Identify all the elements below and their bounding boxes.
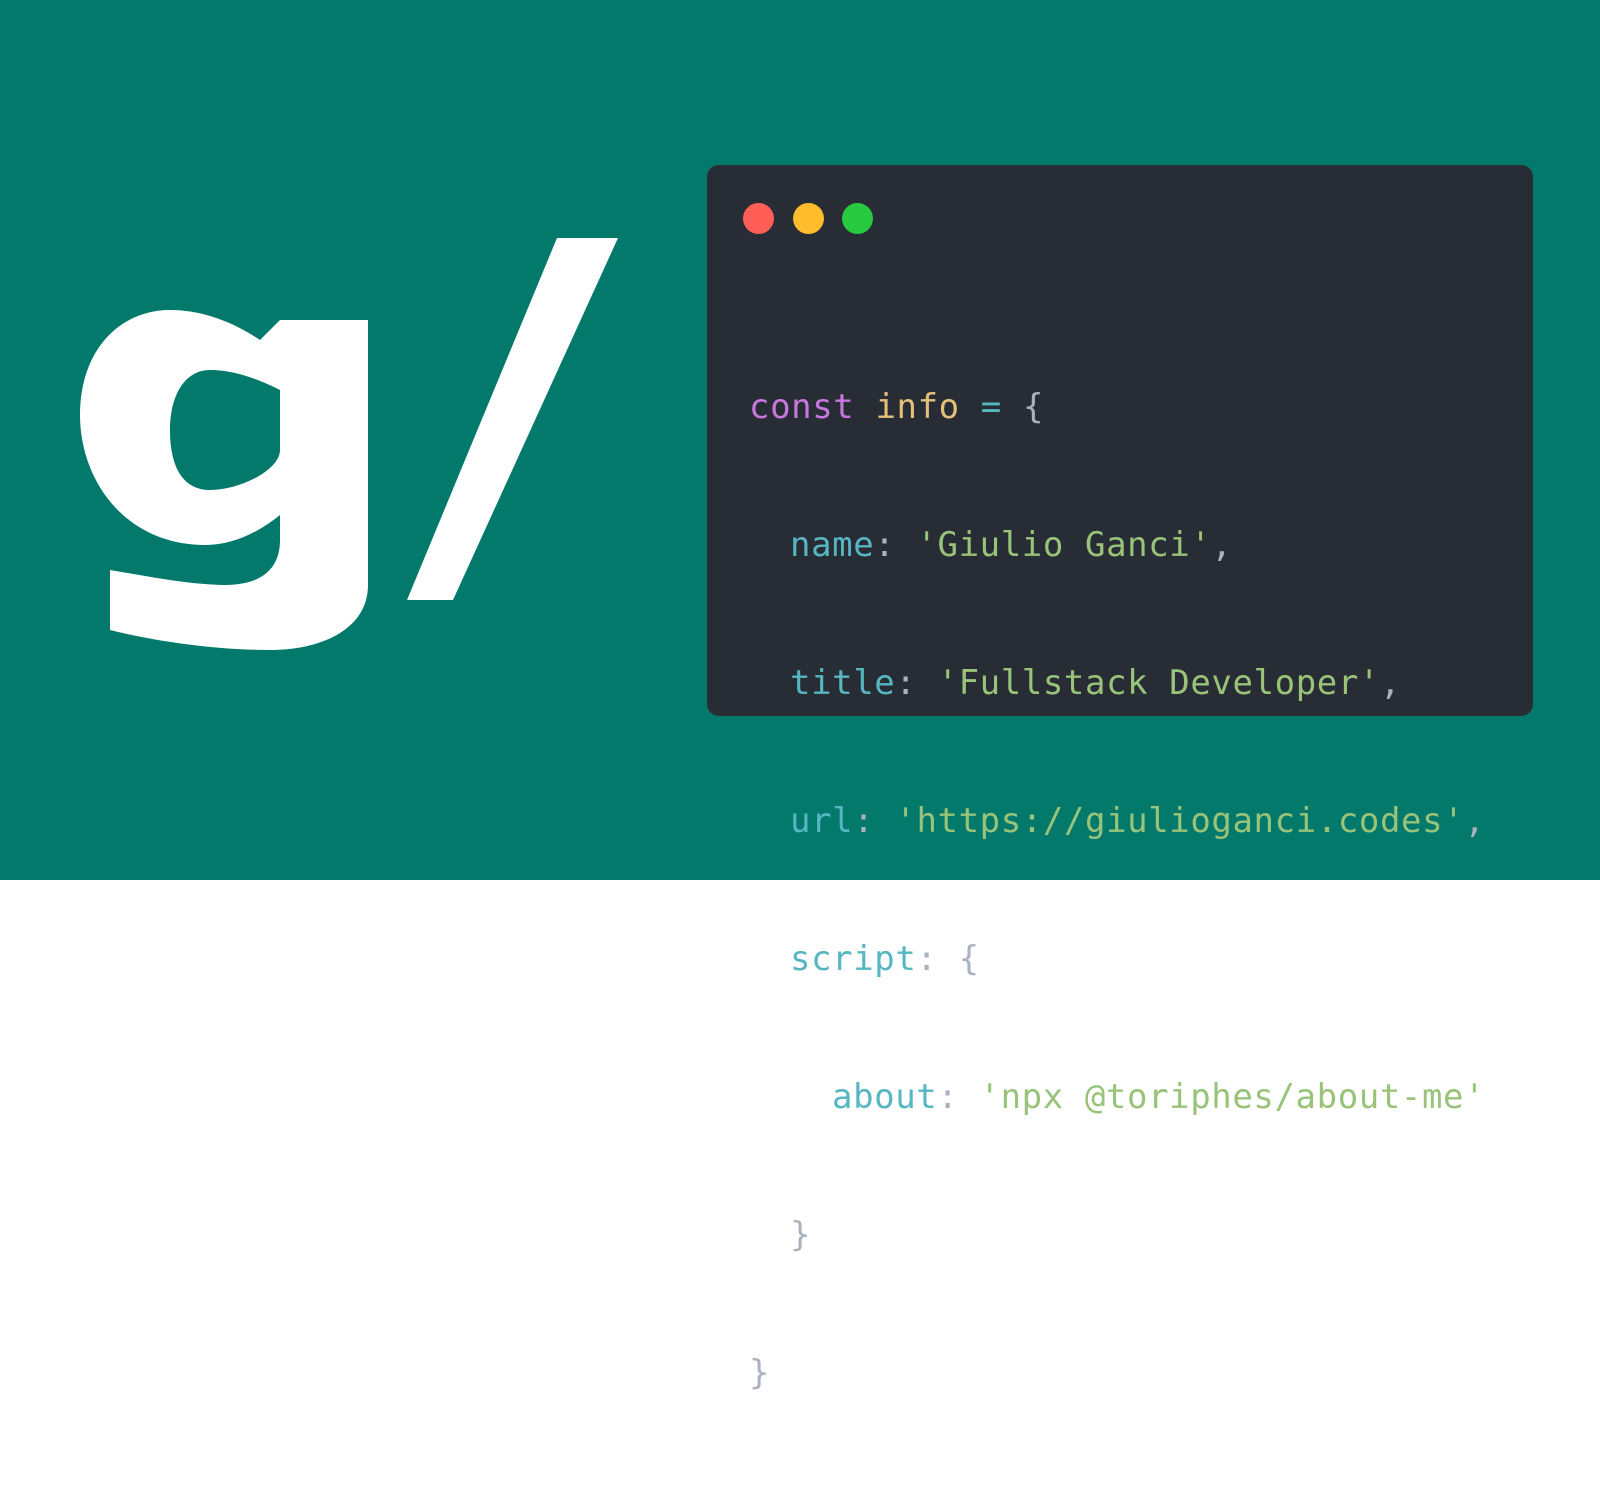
property-url: url [790, 801, 854, 841]
variable-name: info [875, 387, 960, 427]
code-snippet: const info = { name: 'Giulio Ganci', tit… [749, 292, 1485, 1488]
colon: : [937, 1077, 959, 1117]
colon: : [916, 939, 938, 979]
logo-icon [80, 238, 618, 650]
open-brace: { [958, 939, 980, 979]
code-line-4: url: 'https://giulioganci.codes', [749, 798, 1485, 844]
colon: : [853, 801, 875, 841]
code-line-7: } [749, 1212, 1485, 1258]
comma: , [1211, 525, 1233, 565]
string-value: 'Fullstack Developer' [937, 663, 1380, 703]
comma: , [1464, 801, 1486, 841]
assignment-operator: = [980, 387, 1002, 427]
string-value: 'npx @toriphes/about-me' [979, 1077, 1486, 1117]
string-value: 'Giulio Ganci' [916, 525, 1212, 565]
code-line-5: script: { [749, 936, 1485, 982]
code-line-6: about: 'npx @toriphes/about-me' [749, 1074, 1485, 1120]
string-value: 'https://giulioganci.codes' [895, 801, 1465, 841]
code-line-3: title: 'Fullstack Developer', [749, 660, 1485, 706]
window-controls [743, 203, 892, 234]
banner: const info = { name: 'Giulio Ganci', tit… [0, 0, 1600, 1393]
close-brace: } [790, 1215, 812, 1255]
code-line-1: const info = { [749, 384, 1485, 430]
open-brace: { [1022, 387, 1045, 427]
colon: : [895, 663, 917, 703]
code-window: const info = { name: 'Giulio Ganci', tit… [707, 165, 1533, 1393]
maximize-button[interactable] [842, 203, 873, 234]
code-line-8: } [749, 1350, 1485, 1396]
comma: , [1379, 663, 1402, 703]
colon: : [874, 525, 896, 565]
property-name: name [790, 525, 875, 565]
property-about: about [832, 1077, 938, 1117]
keyword-const: const [749, 387, 855, 427]
property-title: title [790, 663, 896, 703]
close-brace: } [749, 1353, 771, 1393]
property-script: script [790, 939, 917, 979]
close-button[interactable] [743, 203, 774, 234]
code-line-2: name: 'Giulio Ganci', [749, 522, 1485, 568]
minimize-button[interactable] [792, 203, 824, 234]
